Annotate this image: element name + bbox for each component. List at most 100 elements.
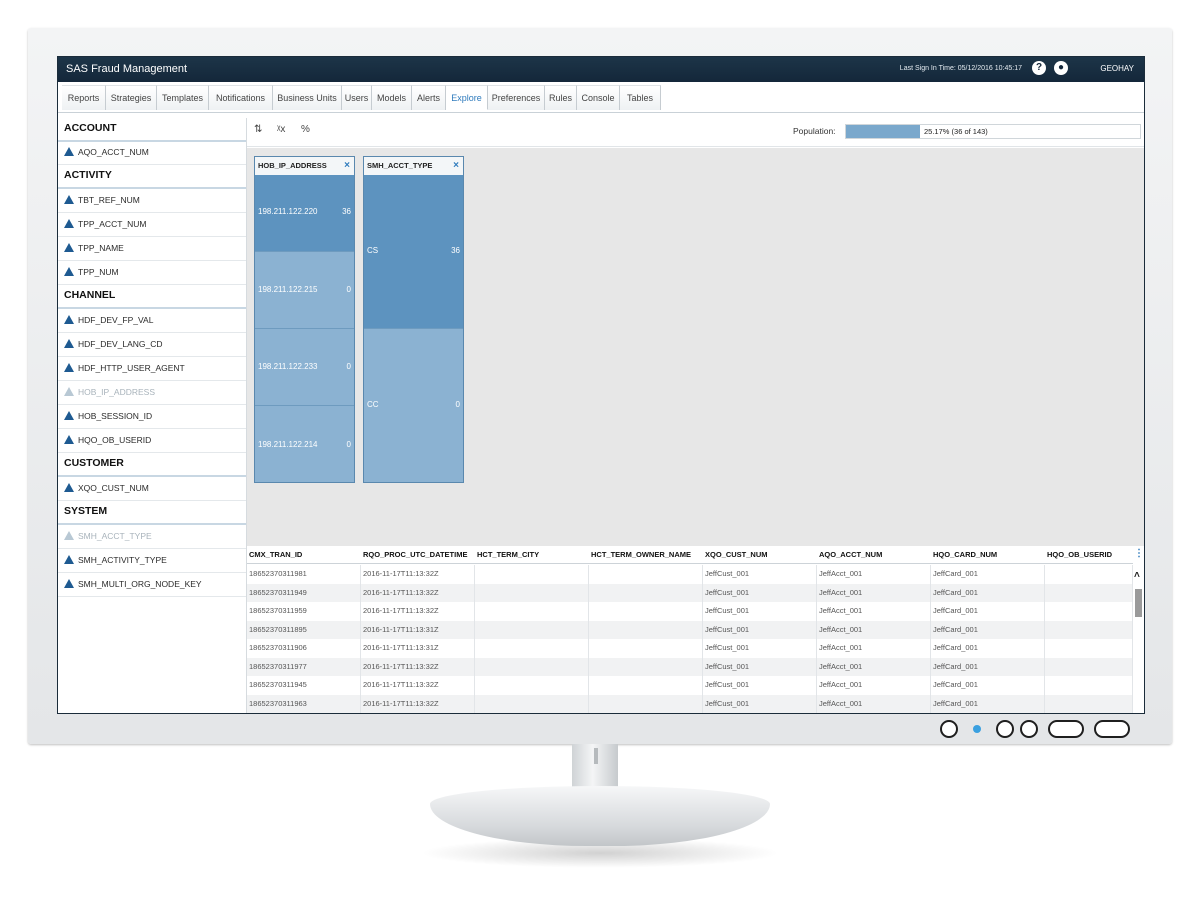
monitor-base <box>430 786 770 846</box>
variable-smh-multi-org-node-key[interactable]: SMH_MULTI_ORG_NODE_KEY <box>58 573 246 597</box>
table-row[interactable]: 18652370311949 2016-11-17T11:13:32Z JeffCu… <box>247 583 1133 602</box>
var-tile-smh-acct-type[interactable]: SMH_ACCT_TYPE × CS 36 CC 0 <box>363 156 464 483</box>
column-header[interactable]: RQO_PROC_UTC_DATETIME <box>361 546 475 564</box>
sort-icon[interactable]: ⇅ <box>254 124 262 135</box>
table-row[interactable]: 18652370311959 2016-11-17T11:13:32Z JeffCu… <box>247 602 1133 621</box>
tab-business-units[interactable]: Business Units <box>273 85 342 110</box>
table-cell <box>1045 602 1133 621</box>
variable-xqo-cust-num[interactable]: XQO_CUST_NUM <box>58 477 246 501</box>
tab-notifications[interactable]: Notifications <box>209 85 273 110</box>
table-cell: 18652370311895 <box>247 620 361 639</box>
segment-label: 198.211.122.214 <box>258 440 318 449</box>
tab-explore[interactable]: Explore <box>446 85 488 110</box>
segment-label: 198.211.122.215 <box>258 285 318 294</box>
segment-label: 198.211.122.233 <box>258 362 318 371</box>
table-cell: JeffCard_001 <box>931 657 1045 676</box>
segment-label: 198.211.122.220 <box>258 207 318 216</box>
table-cell <box>475 602 589 621</box>
segment-198-211-122-220[interactable]: 198.211.122.220 36 <box>255 175 354 252</box>
table-cell: 18652370311981 <box>247 565 361 584</box>
column-header[interactable]: HQO_OB_USERID <box>1045 546 1133 564</box>
variable-label: HDF_DEV_LANG_CD <box>78 339 163 349</box>
table-row[interactable]: 186523703120032016-11-17T11:13:32Z JeffCu… <box>247 713 1133 714</box>
app-header: SAS Fraud Management Last Sign In Time: … <box>58 57 1144 82</box>
segment-198-211-122-233[interactable]: 198.211.122.233 0 <box>255 329 354 406</box>
variable-tpp-num[interactable]: TPP_NUM <box>58 261 246 285</box>
table-row[interactable]: 18652370311981 2016-11-17T11:13:32Z JeffCu… <box>247 565 1133 584</box>
table-cell <box>589 620 703 639</box>
variable-icon <box>64 339 74 348</box>
tab-alerts[interactable]: Alerts <box>412 85 446 110</box>
column-header[interactable]: XQO_CUST_NUM <box>703 546 817 564</box>
table-cell: JeffAcct_001 <box>817 565 931 584</box>
tab-models[interactable]: Models <box>372 85 412 110</box>
segment-cs[interactable]: CS 36 <box>364 175 463 329</box>
variable-aqo-acct-num[interactable]: AQO_ACCT_NUM <box>58 141 246 165</box>
table-cell: JeffCard_001 <box>931 676 1045 695</box>
tab-tables[interactable]: Tables <box>620 85 661 110</box>
variable-hob-session-id[interactable]: HOB_SESSION_ID <box>58 405 246 429</box>
column-header[interactable]: CMX_TRAN_ID <box>247 546 361 564</box>
table-row[interactable]: 18652370311977 2016-11-17T11:13:32Z JeffCu… <box>247 657 1133 676</box>
variable-label: SMH_ACTIVITY_TYPE <box>78 555 167 565</box>
table-row[interactable]: 18652370311895 2016-11-17T11:13:31Z JeffCu… <box>247 620 1133 639</box>
variable-hdf-dev-lang-cd[interactable]: HDF_DEV_LANG_CD <box>58 333 246 357</box>
table-cell: JeffCust_001 <box>703 639 817 658</box>
table-cell <box>589 602 703 621</box>
help-icon[interactable]: ? <box>1032 61 1046 75</box>
table-row[interactable]: 18652370311963 2016-11-17T11:13:32Z JeffCu… <box>247 694 1133 713</box>
user-icon[interactable]: ● <box>1054 61 1068 75</box>
table-cell <box>475 620 589 639</box>
variable-tbt-ref-num[interactable]: TBT_REF_NUM <box>58 189 246 213</box>
variable-hdf-dev-fp-val[interactable]: HDF_DEV_FP_VAL <box>58 309 246 333</box>
variable-smh-acct-type: SMH_ACCT_TYPE <box>58 525 246 549</box>
segment-count: 0 <box>346 285 351 294</box>
variable-hdf-http-user-agent[interactable]: HDF_HTTP_USER_AGENT <box>58 357 246 381</box>
percent-icon[interactable]: % <box>301 124 310 135</box>
variable-smh-activity-type[interactable]: SMH_ACTIVITY_TYPE <box>58 549 246 573</box>
variable-tpp-acct-num[interactable]: TPP_ACCT_NUM <box>58 213 246 237</box>
segment-cc[interactable]: CC 0 <box>364 329 463 482</box>
column-header[interactable]: AQO_ACCT_NUM <box>817 546 931 564</box>
table-cell: 2016-11-17T11:13:32Z <box>361 565 475 584</box>
clear-filter-icon[interactable]: ᵡx <box>277 124 285 135</box>
tab-console[interactable]: Console <box>577 85 620 110</box>
table-cell: 2016-11-17T11:13:31Z <box>361 620 475 639</box>
tab-rules[interactable]: Rules <box>545 85 577 110</box>
variable-label: SMH_MULTI_ORG_NODE_KEY <box>78 579 202 589</box>
tab-reports[interactable]: Reports <box>62 85 106 110</box>
vertical-scrollbar[interactable]: ˄ ˅ <box>1133 570 1144 713</box>
table-cell: JeffCust_001 <box>703 713 817 714</box>
table-row[interactable]: 18652370311945 2016-11-17T11:13:32Z JeffCu… <box>247 676 1133 695</box>
table-cell: 2016-11-17T11:13:32Z <box>361 583 475 602</box>
category-customer: CUSTOMER <box>58 453 246 477</box>
column-header[interactable]: HCT_TERM_OWNER_NAME <box>589 546 703 564</box>
tab-preferences[interactable]: Preferences <box>488 85 545 110</box>
variable-hqo-ob-userid[interactable]: HQO_OB_USERID <box>58 429 246 453</box>
var-tile-hob-ip-address[interactable]: HOB_IP_ADDRESS × 198.211.122.220 36 198.… <box>254 156 355 483</box>
close-icon[interactable]: × <box>453 157 459 175</box>
variable-icon <box>64 483 74 492</box>
column-menu-icon[interactable]: ⋮ <box>1134 548 1144 559</box>
tab-templates[interactable]: Templates <box>157 85 209 110</box>
vertical-scroll-thumb[interactable] <box>1135 589 1142 617</box>
table-cell: JeffAcct_001 <box>817 620 931 639</box>
variable-tpp-name[interactable]: TPP_NAME <box>58 237 246 261</box>
screen: SAS Fraud Management Last Sign In Time: … <box>57 56 1145 714</box>
variable-label: TPP_NUM <box>78 267 119 277</box>
table-cell: JeffCust_001 <box>703 676 817 695</box>
variable-label: TPP_ACCT_NUM <box>78 219 147 229</box>
username[interactable]: GEOHAY <box>1100 64 1134 73</box>
column-header[interactable]: HCT_TERM_CITY <box>475 546 589 564</box>
scroll-up-icon[interactable]: ˄ <box>1134 570 1140 581</box>
table-row[interactable]: 18652370311906 2016-11-17T11:13:31Z JeffCu… <box>247 639 1133 658</box>
column-header[interactable]: HQO_CARD_NUM <box>931 546 1045 564</box>
table-cell <box>475 565 589 584</box>
explore-toolbar: ⇅ ᵡx % Population: 25.17% (36 of 143) <box>247 118 1144 147</box>
segment-198-211-122-215[interactable]: 198.211.122.215 0 <box>255 252 354 329</box>
table-cell: 18652370311959 <box>247 602 361 621</box>
tab-strategies[interactable]: Strategies <box>106 85 157 110</box>
tab-users[interactable]: Users <box>342 85 372 110</box>
segment-198-211-122-214[interactable]: 198.211.122.214 0 <box>255 406 354 482</box>
close-icon[interactable]: × <box>344 157 350 175</box>
